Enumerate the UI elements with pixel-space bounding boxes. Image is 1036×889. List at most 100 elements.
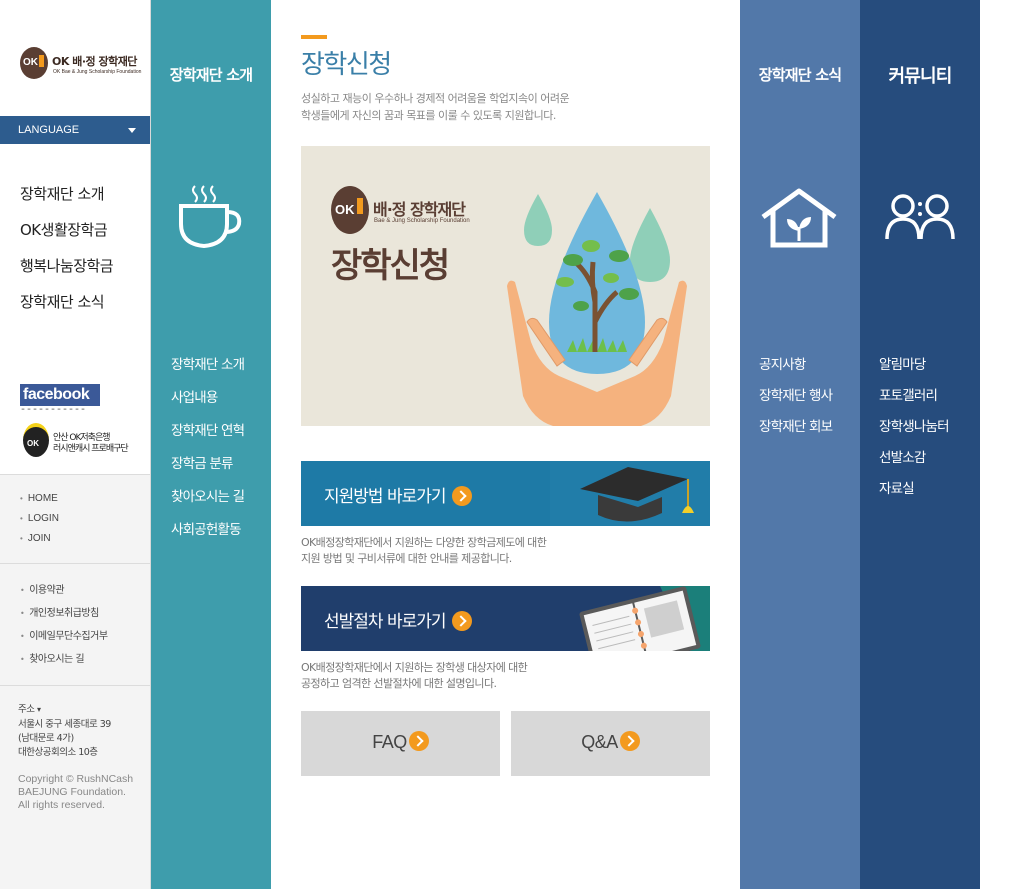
intro-column-title[interactable]: 장학재단 소개 (151, 64, 271, 85)
okbank-line2: 러시앤캐시 프로배구단 (53, 444, 129, 454)
nav-item-happy-sharing[interactable]: 행복나눔장학금 (20, 255, 114, 291)
language-dropdown[interactable]: LANGUAGE (0, 116, 150, 144)
page-title: 장학신청 (301, 50, 392, 80)
submenu-item[interactable]: 공지사항 (759, 353, 832, 384)
submenu-item[interactable]: 사회공헌활동 (171, 518, 244, 551)
graduation-cap-icon (550, 461, 710, 526)
page-description: 성실하고 재능이 우수하나 경제적 어려움을 학업지속이 어려운 학생들에게 자… (301, 90, 570, 124)
join-link[interactable]: JOIN (20, 533, 150, 553)
intro-submenu: 장학재단 소개 사업내용 장학재단 연혁 장학금 분류 찾아오시는 길 사회공헌… (171, 353, 245, 551)
faq-label: FAQ (372, 732, 407, 752)
caret-down-icon (128, 128, 136, 133)
arrow-circle-icon (408, 731, 429, 752)
support-method-label: 지원방법 바로가기 (324, 482, 472, 507)
submenu-item[interactable]: 자료실 (879, 477, 949, 508)
submenu-item[interactable]: 장학재단 회보 (759, 415, 833, 446)
nav-item-ok-living[interactable]: OK생활장학금 (20, 219, 113, 255)
ok-volleyball-text: 안산 OK저축은행 러시앤캐시 프로배구단 (53, 433, 129, 455)
privacy-link[interactable]: 개인정보취급방침 (20, 604, 150, 627)
community-submenu: 알림마당 포토갤러리 장학생나눔터 선발소감 자료실 (879, 353, 950, 508)
hero-logo-sub: Bae & Jung Scholarship Foundation (374, 218, 470, 224)
hero-logo-name: 배·정 장학재단 (373, 200, 466, 219)
news-column: 장학재단 소식 공지사항 장학재단 행사 장학재단 회보 (740, 0, 860, 889)
arrow-circle-icon (451, 610, 472, 631)
description-line: OK배정장학재단에서 지원하는 장학생 대상자에 대한 (301, 661, 528, 674)
divider-dash: ----------- (20, 405, 87, 416)
selection-process-label: 선발절차 바로가기 (324, 607, 472, 632)
selection-process-text: 선발절차 바로가기 (324, 612, 447, 632)
description-line: 공정하고 엄격한 선발절차에 대한 설명입니다. (301, 677, 497, 690)
hero-logo-mark: OK (331, 186, 369, 234)
footer-section: 주소 ▾ 서울시 중구 세종대로 39 (남대문로 4가) 대한상공회의소 10… (0, 685, 150, 889)
nav-item-intro[interactable]: 장학재단 소개 (20, 183, 113, 219)
email-refusal-link[interactable]: 이메일무단수집거부 (20, 627, 150, 650)
selection-process-banner[interactable]: 선발절차 바로가기 (301, 586, 710, 651)
logo-mark-text: OK (23, 57, 38, 68)
foundation-logo[interactable]: OK OK 배·정 장학재단 OK Bae & Jung Scholarship… (20, 47, 146, 81)
left-sidebar: OK OK 배·정 장학재단 OK Bae & Jung Scholarship… (0, 0, 151, 889)
address-line: 대한상공회의소 10층 (18, 747, 98, 758)
caret-down-icon: ▾ (37, 705, 41, 714)
support-method-text: 지원방법 바로가기 (324, 487, 447, 507)
logo-subtitle: OK Bae & Jung Scholarship Foundation (53, 69, 142, 75)
submenu-item[interactable]: 포토갤러리 (879, 384, 949, 415)
qa-label: Q&A (581, 732, 618, 752)
faq-button[interactable]: FAQ (301, 711, 500, 776)
news-column-title[interactable]: 장학재단 소식 (740, 64, 860, 85)
terms-link[interactable]: 이용약관 (20, 581, 150, 604)
support-method-description: OK배정장학재단에서 지원하는 다양한 장학금제도에 대한 지원 방법 및 구비… (301, 535, 547, 567)
ok-bank-logo-icon: OK (23, 423, 49, 457)
submenu-item[interactable]: 장학금 분류 (171, 452, 244, 485)
hero-mark-text: OK (335, 202, 355, 217)
description-line: 성실하고 재능이 우수하나 경제적 어려움을 학업지속이 어려운 (301, 92, 570, 105)
main-nav: 장학재단 소개 OK생활장학금 행복나눔장학금 장학재단 소식 (20, 183, 114, 327)
submenu-item[interactable]: 선발소감 (879, 446, 949, 477)
facebook-link[interactable]: facebook (20, 384, 100, 406)
submenu-item[interactable]: 장학재단 연혁 (171, 419, 245, 452)
description-line: 지원 방법 및 구비서류에 대한 안내를 제공합니다. (301, 552, 512, 565)
okbank-mark-text: OK (27, 439, 39, 448)
copyright-line: BAEJUNG Foundation. (18, 786, 126, 798)
util-links-section: HOME LOGIN JOIN (0, 474, 150, 563)
address-label[interactable]: 주소 ▾ (18, 703, 111, 717)
submenu-item[interactable]: 장학재단 행사 (759, 384, 833, 415)
copyright-line: All rights reserved. (18, 799, 105, 811)
logo-name: OK 배·정 장학재단 (52, 55, 137, 68)
notebook-icon (579, 586, 710, 651)
nav-item-news[interactable]: 장학재단 소식 (20, 291, 113, 327)
description-line: OK배정장학재단에서 지원하는 다양한 장학금제도에 대한 (301, 536, 547, 549)
submenu-item[interactable]: 알림마당 (879, 353, 949, 384)
ok-logo-mark: OK (20, 47, 48, 79)
intro-column: 장학재단 소개 장학재단 소개 사업내용 장학재단 연혁 장학금 분류 찾아오시… (151, 0, 271, 889)
ok-volleyball-link[interactable]: OK 안산 OK저축은행 러시앤캐시 프로배구단 (23, 423, 143, 463)
submenu-item[interactable]: 장학생나눔터 (879, 415, 950, 446)
selection-process-description: OK배정장학재단에서 지원하는 장학생 대상자에 대한 공정하고 엄격한 선발절… (301, 660, 528, 692)
language-label: LANGUAGE (18, 124, 80, 136)
home-link[interactable]: HOME (20, 493, 150, 513)
arrow-circle-icon (619, 731, 640, 752)
coffee-cup-icon (179, 185, 242, 249)
login-link[interactable]: LOGIN (20, 513, 150, 533)
house-sprout-icon (761, 188, 837, 248)
okbank-line1: 안산 OK저축은행 (53, 433, 111, 443)
submenu-item[interactable]: 장학재단 소개 (171, 353, 245, 386)
title-accent-bar (301, 35, 327, 39)
address: 주소 ▾ 서울시 중구 세종대로 39 (남대문로 4가) 대한상공회의소 10… (18, 703, 111, 760)
hero-title: 장학신청 (331, 246, 450, 286)
address-line: (남대문로 4가) (18, 733, 74, 744)
copyright-line: Copyright © RushNCash (18, 773, 134, 785)
hero-banner: OK 배·정 장학재단 Bae & Jung Scholarship Found… (301, 146, 710, 426)
support-method-banner[interactable]: 지원방법 바로가기 (301, 461, 710, 526)
news-submenu: 공지사항 장학재단 행사 장학재단 회보 (759, 353, 833, 446)
directions-link[interactable]: 찾아오시는 길 (20, 650, 150, 673)
qa-button[interactable]: Q&A (511, 711, 710, 776)
submenu-item[interactable]: 찾아오시는 길 (171, 485, 245, 518)
policy-links-section: 이용약관 개인정보취급방침 이메일무단수집거부 찾아오시는 길 (0, 563, 150, 685)
submenu-item[interactable]: 사업내용 (171, 386, 244, 419)
community-column: 커뮤니티 알림마당 포토갤러리 장학생나눔터 선발소감 자료실 (860, 0, 980, 889)
description-line: 학생들에게 자신의 꿈과 목표를 이룰 수 있도록 지원합니다. (301, 109, 556, 122)
copyright: Copyright © RushNCash BAEJUNG Foundation… (18, 773, 133, 812)
main-content: 장학신청 성실하고 재능이 우수하나 경제적 어려움을 학업지속이 어려운 학생… (271, 0, 740, 889)
community-column-title[interactable]: 커뮤니티 (860, 62, 980, 88)
arrow-circle-icon (451, 485, 472, 506)
